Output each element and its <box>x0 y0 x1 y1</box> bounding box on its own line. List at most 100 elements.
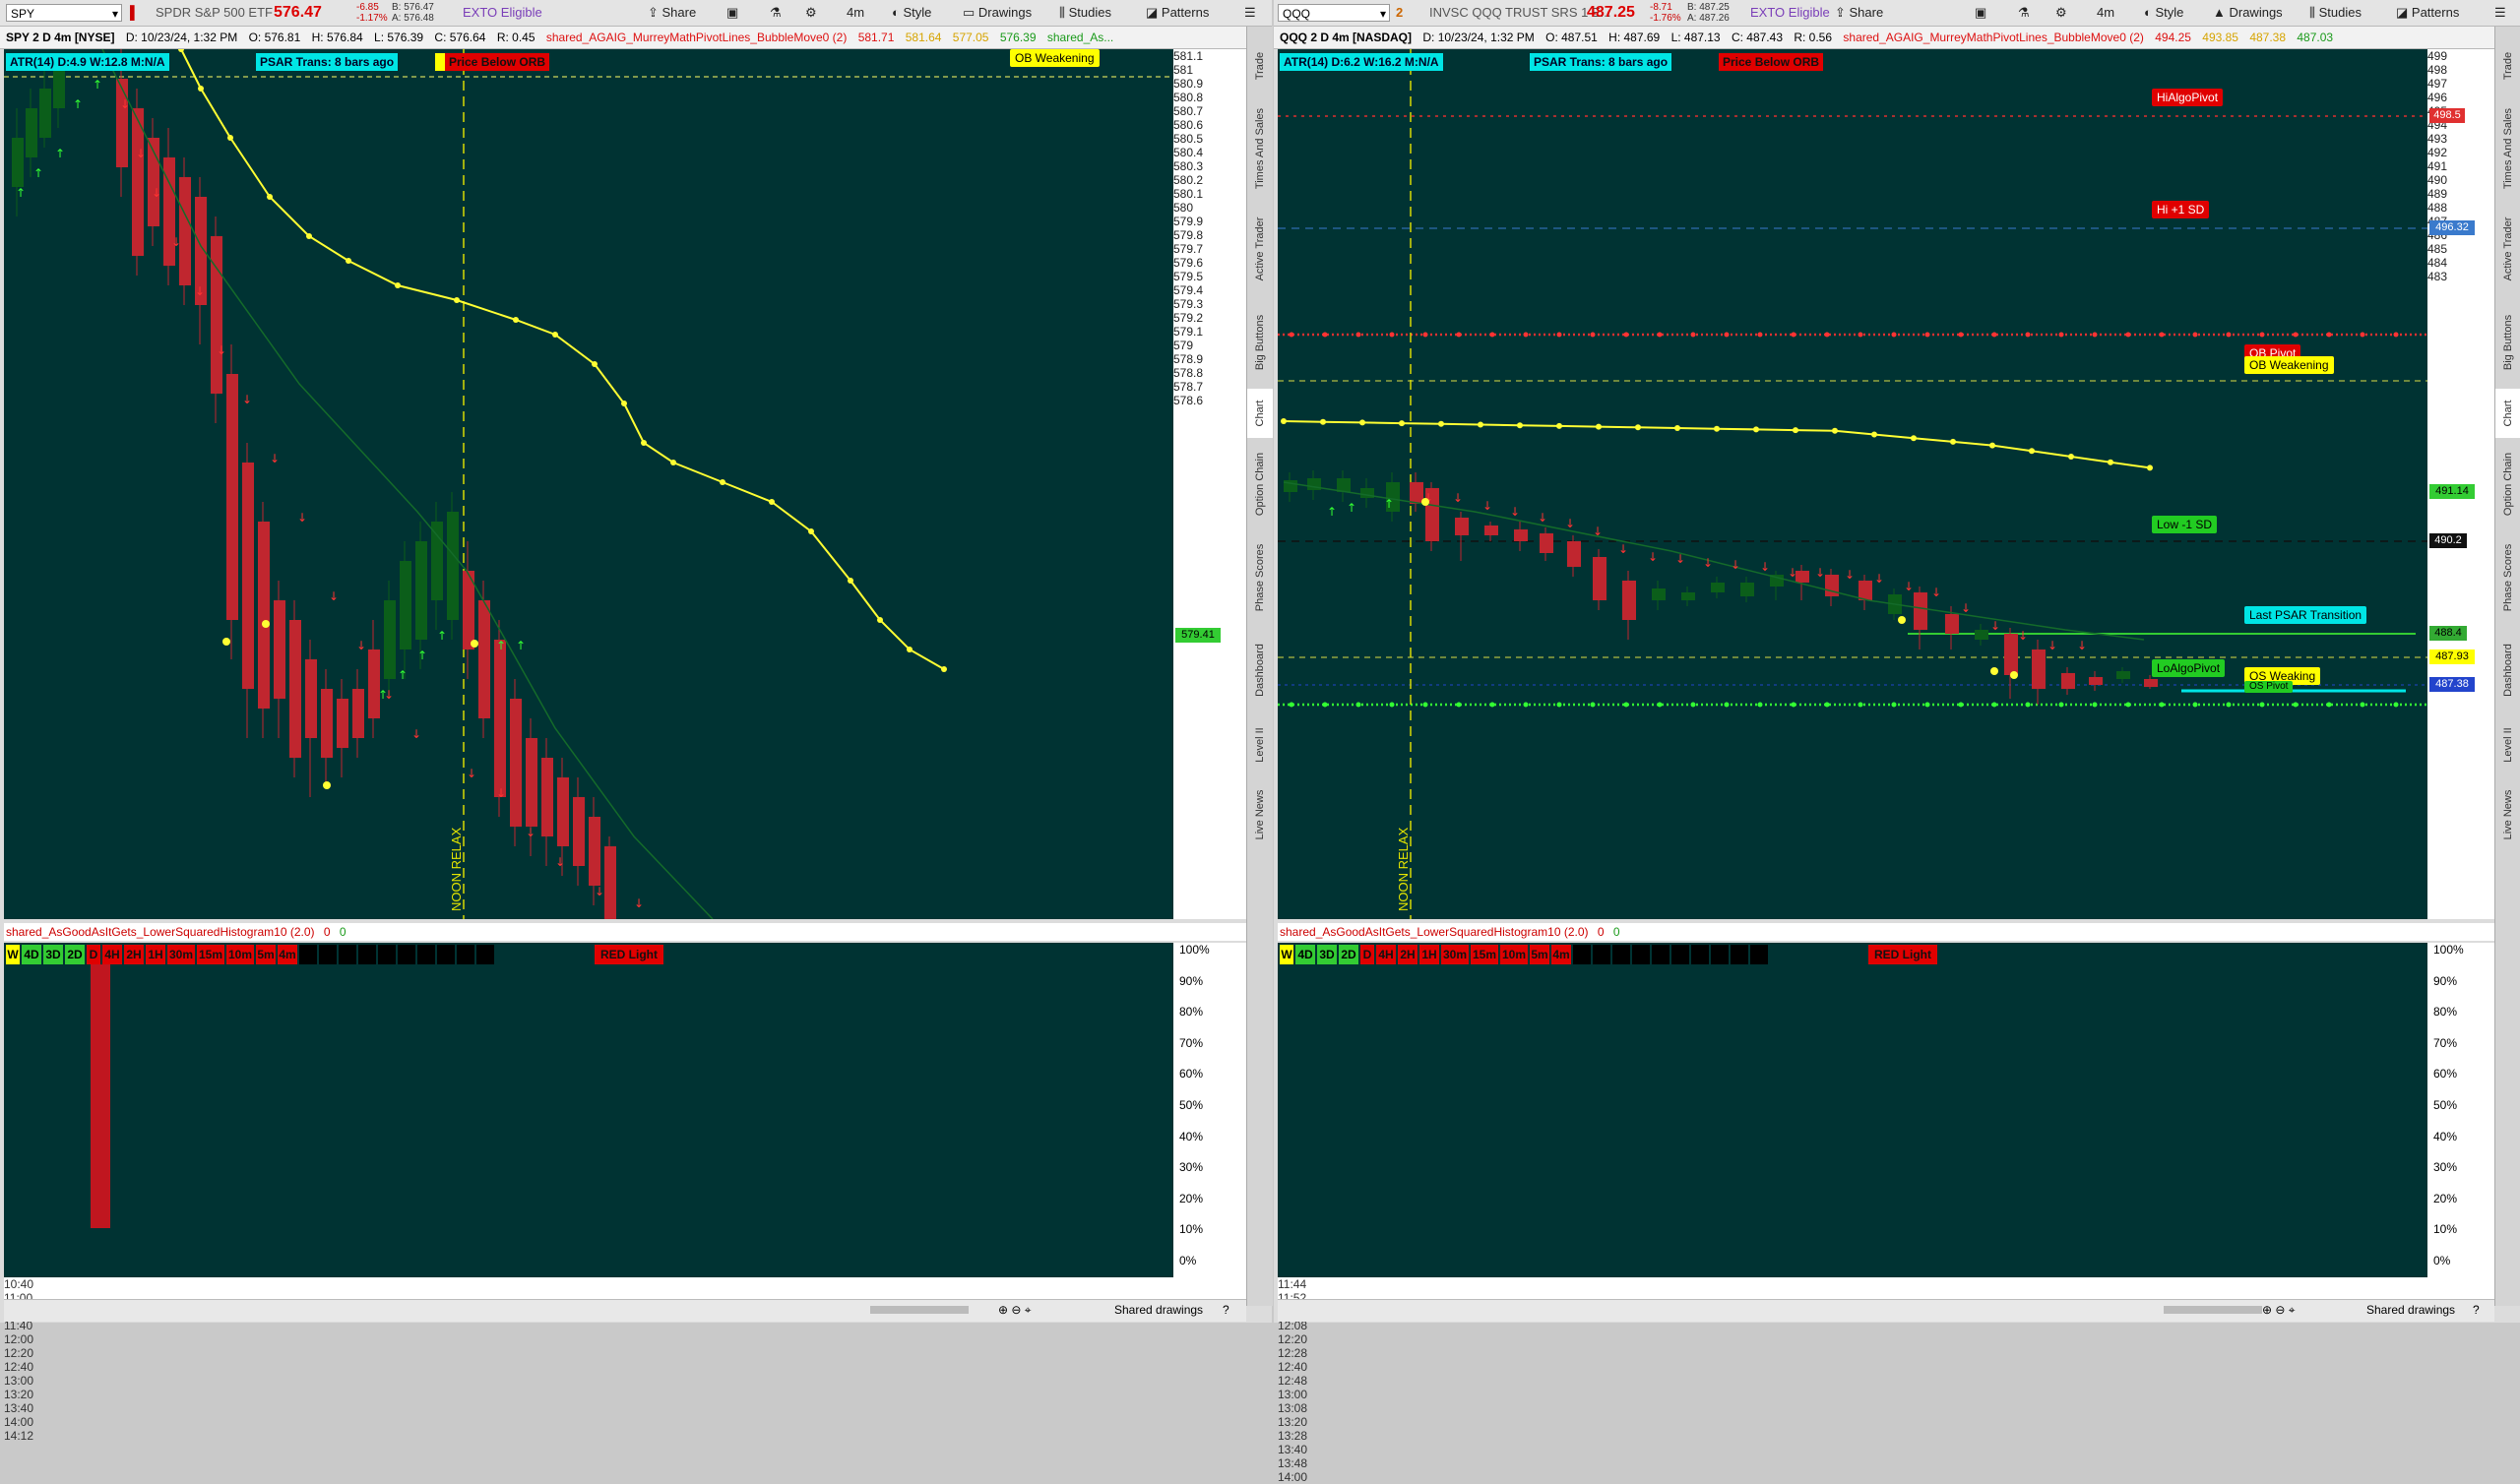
side-tab[interactable]: Phase Scores <box>2495 530 2520 625</box>
psar-down-arrow: ↓ <box>496 786 506 800</box>
psar-down-arrow: ↓ <box>1990 619 2000 633</box>
drawings-button[interactable]: ▭ Drawings <box>963 0 1032 26</box>
os-pivot-bubble: OS Pivot <box>2244 681 2294 693</box>
help-icon[interactable]: ? <box>2473 1303 2480 1317</box>
left-lower-header: shared_AsGoodAsItGets_LowerSquaredHistog… <box>4 923 1246 941</box>
timeframe-box: 2D <box>65 945 85 964</box>
price-tick: 498 <box>2427 63 2448 77</box>
right-lower-chart[interactable]: W 4D 3D 2D D 4H 2H 1H 30m 15m 10m 5m 4m RED Light <box>1278 943 2427 1277</box>
left-lower-chart[interactable]: W 4D 3D 2D D 4H 2H 1H 30m 15m 10m 5m 4m RED Light <box>4 943 1173 1277</box>
last-psar-bubble: Last PSAR Transition <box>2244 606 2367 624</box>
studies-button[interactable]: ⫼ Studies <box>2309 0 2362 26</box>
pivot-dot <box>1858 702 1863 708</box>
help-icon[interactable]: ? <box>1223 1303 1229 1317</box>
interval-button[interactable]: 4m <box>847 0 864 26</box>
side-tab[interactable]: Times And Sales <box>1247 99 1273 198</box>
side-tab[interactable]: Live News <box>1247 778 1273 851</box>
pivot-dot <box>1590 332 1596 338</box>
gear-icon[interactable]: ⚙ <box>805 0 817 26</box>
side-tab[interactable]: Option Chain <box>1247 442 1273 526</box>
flask-icon[interactable]: ⚗ <box>770 0 782 26</box>
histogram-bar <box>91 964 110 1228</box>
interval-button[interactable]: 4m <box>2097 0 2114 26</box>
side-tab[interactable]: Big Buttons <box>2495 300 2520 385</box>
zoom-icon[interactable]: ⊕ ⊖ ⌖ <box>998 1303 1032 1318</box>
timeframe-box: 4D <box>22 945 41 964</box>
symbol-input[interactable]: QQQ ▾ <box>1278 4 1390 22</box>
style-button[interactable]: ◐ Style <box>2144 0 2183 26</box>
flask-icon[interactable]: ⚗ <box>2018 0 2030 26</box>
right-price-axis[interactable]: 498.5 496.32 491.14 490.2 488.4 487.93 4… <box>2427 49 2494 919</box>
ma-dot <box>848 578 853 584</box>
psar-down-arrow: ↓ <box>171 235 181 249</box>
signal-dot <box>1898 616 1906 624</box>
empty-box <box>358 945 376 964</box>
pivot-dot <box>1489 702 1495 708</box>
studies-button[interactable]: ⫼ Studies <box>1059 0 1111 26</box>
timeframe-box: 4m <box>278 945 297 964</box>
pivot-dot <box>1623 332 1629 338</box>
candle-body <box>604 846 616 919</box>
side-tab[interactable]: Active Trader <box>2495 202 2520 296</box>
percent-tick: 70% <box>1179 1035 1204 1050</box>
side-tab[interactable]: Trade <box>2495 36 2520 95</box>
side-tab[interactable]: Active Trader <box>1247 202 1273 296</box>
left-price-chart[interactable]: ↓ ↓ ↓ ↓ ↓ ↓ ↓ ↓ ↓ ↓ ↓ ↓ ↓ ↓ ↓ ↓ ↓ ↓ ↓ ↑ ↑ ↑ ↑ ↑ ↑ ↑ ↑ ↑ ↑ ↑ ATR(14) D… <box>4 49 1173 919</box>
right-candles: ↓ ↓↓ ↓ ↓ ↓↓↓↓ ↓ ↓ ↓ ↓ ↓ ↓ ↓ ↓↓ ↓↓↓↓↓ ↓↑ ↑ ↑ <box>1278 49 2427 919</box>
side-tab[interactable]: Chart <box>1247 389 1273 438</box>
candle-body <box>289 620 301 758</box>
candle-body <box>12 138 24 187</box>
gear-icon[interactable]: ⚙ <box>2055 0 2067 26</box>
side-tab[interactable]: Option Chain <box>2495 442 2520 526</box>
side-tab[interactable]: Chart <box>2495 389 2520 438</box>
left-time-axis[interactable]: 10:4011:0011:2011:4012:0012:2012:4013:00… <box>4 1277 1246 1443</box>
menu-icon[interactable]: ☰ <box>2494 0 2506 26</box>
shared-drawings-label[interactable]: Shared drawings <box>1114 1303 1203 1317</box>
alert-icon[interactable]: ▌ <box>130 0 139 26</box>
psar-down-arrow: ↓ <box>356 639 366 652</box>
ma-dot <box>1871 431 1877 438</box>
price-tick: 579.9 <box>1173 215 1204 228</box>
side-tab[interactable]: Times And Sales <box>2495 99 2520 198</box>
left-price-axis[interactable]: 579.41 581.1 581 580.9 580.8 580.7 580.6 580.5… <box>1173 49 1246 919</box>
psar-down-arrow: ↓ <box>1482 499 1492 513</box>
menu-icon[interactable]: ☰ <box>1244 0 1256 26</box>
zoom-icon[interactable]: ⊕ ⊖ ⌖ <box>2262 1303 2296 1318</box>
patterns-button[interactable]: ◪ Patterns <box>2396 0 2459 26</box>
side-tab[interactable]: Level II <box>1247 715 1273 774</box>
right-time-axis[interactable]: 11:4411:5212:0012:0812:2012:2812:4012:48… <box>1278 1277 2494 1484</box>
drawings-button[interactable]: ▲ Drawings <box>2213 0 2283 26</box>
scrollbar[interactable] <box>2164 1306 2262 1314</box>
scrollbar[interactable] <box>870 1306 969 1314</box>
candle-body <box>337 699 348 748</box>
side-tab[interactable]: Dashboard <box>1247 629 1273 711</box>
link-icon[interactable]: 2 <box>1396 0 1403 26</box>
bid-ask: B: 576.47 A: 576.48 <box>392 2 434 24</box>
save-icon[interactable]: ▣ <box>1975 0 1986 26</box>
side-tab[interactable]: Level II <box>2495 715 2520 774</box>
patterns-button[interactable]: ◪ Patterns <box>1146 0 1209 26</box>
time-tick: 12:00 <box>4 1332 34 1346</box>
shared-drawings-label[interactable]: Shared drawings <box>2366 1303 2455 1317</box>
ma-dot <box>1556 422 1562 429</box>
psar-down-arrow: ↓ <box>270 452 280 465</box>
side-tab[interactable]: Dashboard <box>2495 629 2520 711</box>
ema-line <box>1283 481 2145 641</box>
side-tab[interactable]: Trade <box>1247 36 1273 95</box>
ma-dot <box>641 440 647 446</box>
pivot-dot <box>2159 702 2165 708</box>
price-tick: 488 <box>2427 201 2448 215</box>
right-price-chart[interactable]: ↓ ↓ ↓ ↓ ↓ ↓ ↓ ↓ ↓ ↓ ↓ ↓ ↓ ↓ ↓ ↓ ↓ ↓ ↓ ↓ ↓ ↓ ↓ ↓ ↑ ↑ ↑ ATR(14) D:6.… <box>1278 49 2427 919</box>
style-button[interactable]: ◐ Style <box>892 0 931 26</box>
symbol-input[interactable]: SPY ▾ <box>6 4 122 22</box>
side-tab[interactable]: Live News <box>2495 778 2520 851</box>
candle-body <box>526 738 537 827</box>
side-tab-label: Times And Sales <box>1254 107 1266 190</box>
share-button[interactable]: ⇪ Share <box>648 0 696 26</box>
candle-body <box>1514 529 1528 541</box>
share-button[interactable]: ⇪ Share <box>1835 0 1883 26</box>
save-icon[interactable]: ▣ <box>726 0 738 26</box>
timeframe-box: D <box>87 945 100 964</box>
side-tab[interactable]: Big Buttons <box>1247 300 1273 385</box>
side-tab[interactable]: Phase Scores <box>1247 530 1273 625</box>
